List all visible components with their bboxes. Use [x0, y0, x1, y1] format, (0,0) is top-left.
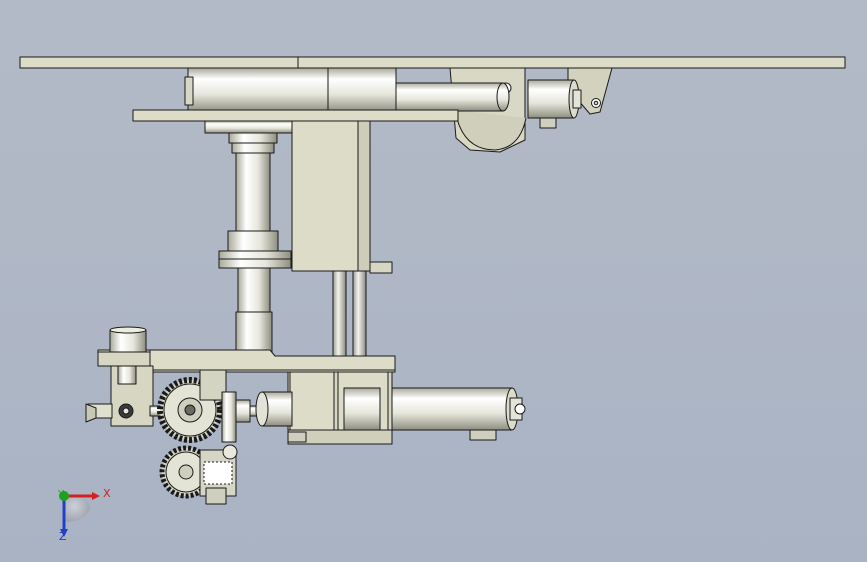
- mount-plate[interactable]: [132, 109, 459, 122]
- vertical-shaft[interactable]: [218, 142, 292, 359]
- bearing-flange[interactable]: [204, 120, 304, 144]
- assembly-model[interactable]: [0, 0, 867, 562]
- top-plate[interactable]: [19, 56, 846, 69]
- arm-post[interactable]: [109, 326, 147, 353]
- axis-z-label: Z: [59, 530, 67, 543]
- cad-viewport[interactable]: X Y Z: [0, 0, 867, 562]
- turntable-hub[interactable]: [184, 67, 397, 113]
- gripper-block[interactable]: [85, 365, 154, 427]
- axis-y-label: Y: [58, 489, 65, 500]
- housing-block[interactable]: [291, 120, 393, 274]
- guide-rods[interactable]: [332, 270, 367, 358]
- axis-x-label: X: [103, 487, 111, 500]
